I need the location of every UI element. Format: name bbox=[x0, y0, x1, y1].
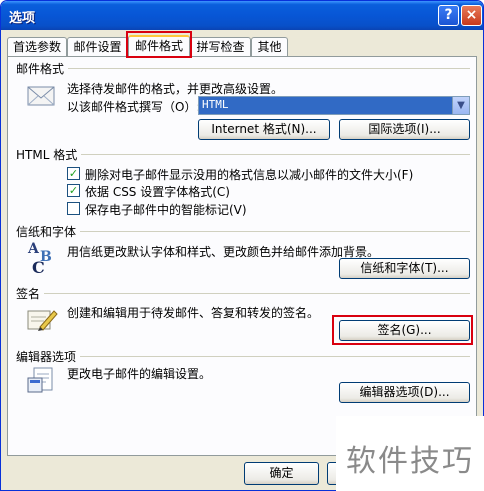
smart-tags-checkbox[interactable] bbox=[67, 202, 80, 215]
tab-other[interactable]: 其他 bbox=[251, 37, 288, 56]
mail-format-title: 邮件格式 bbox=[16, 60, 69, 77]
section-divider bbox=[16, 293, 470, 294]
section-divider bbox=[16, 68, 470, 69]
envelope-icon bbox=[27, 86, 55, 106]
tab-spelling[interactable]: 拼写检查 bbox=[190, 37, 251, 56]
css-font-checkbox[interactable]: ✓ bbox=[67, 184, 80, 197]
signature-highlight-box bbox=[332, 315, 473, 345]
document-edit-icon bbox=[27, 367, 53, 393]
tab-highlight-box bbox=[126, 31, 192, 58]
signature-desc: 创建和编辑用于待发邮件、答复和转发的签名。 bbox=[67, 306, 320, 320]
stationery-fonts-button[interactable]: 信纸和字体(T)... bbox=[339, 258, 470, 279]
remove-formatting-checkbox[interactable]: ✓ bbox=[67, 167, 80, 180]
font-abc-icon: A B C bbox=[27, 241, 52, 275]
mail-format-panel: 邮件格式 选择待发邮件的格式，并更改高级设置。 以该邮件格式撰写（O）: HTM… bbox=[7, 56, 477, 456]
watermark: 软件技巧 bbox=[336, 416, 484, 491]
stationery-title: 信纸和字体 bbox=[16, 223, 81, 240]
smart-tags-label: 保存电子邮件中的智能标记(V) bbox=[85, 203, 247, 217]
chevron-down-icon[interactable]: ▼ bbox=[452, 97, 469, 114]
editor-desc: 更改电子邮件的编辑设置。 bbox=[67, 367, 212, 381]
css-font-label: 依据 CSS 设置字体格式(C) bbox=[85, 185, 230, 199]
signature-pen-icon bbox=[27, 310, 58, 331]
editor-options-button[interactable]: 编辑器选项(D)... bbox=[339, 382, 470, 403]
tab-preferences[interactable]: 首选参数 bbox=[7, 37, 67, 56]
mail-format-desc: 选择待发邮件的格式，并更改高级设置。 bbox=[67, 82, 284, 96]
close-button[interactable]: × bbox=[461, 5, 482, 26]
stationery-desc: 用信纸更改默认字体和样式、更改颜色并给邮件添加背景。 bbox=[67, 245, 380, 259]
title-bar[interactable]: 选项 ? × bbox=[1, 1, 483, 30]
compose-format-value: HTML bbox=[202, 98, 229, 111]
editor-title: 编辑器选项 bbox=[16, 348, 81, 365]
signature-title: 签名 bbox=[16, 285, 45, 302]
compose-format-label: 以该邮件格式撰写（O）: bbox=[67, 100, 201, 114]
svg-text:C: C bbox=[32, 258, 45, 275]
section-divider bbox=[16, 356, 470, 357]
compose-format-select[interactable]: HTML ▼ bbox=[198, 96, 470, 115]
watermark-text: 软件技巧 bbox=[346, 444, 474, 479]
section-divider bbox=[16, 154, 470, 155]
remove-formatting-label: 删除对电子邮件显示没用的格式信息以减小邮件的文件大小(F) bbox=[85, 168, 414, 182]
svg-text:A: A bbox=[27, 241, 40, 257]
help-button[interactable]: ? bbox=[438, 5, 459, 26]
international-options-button[interactable]: 国际选项(I)... bbox=[339, 119, 470, 140]
section-divider bbox=[16, 231, 470, 232]
tab-mail-setup[interactable]: 邮件设置 bbox=[67, 37, 128, 56]
internet-format-button[interactable]: Internet 格式(N)... bbox=[198, 119, 330, 140]
html-format-title: HTML 格式 bbox=[16, 146, 82, 163]
ok-button[interactable]: 确定 bbox=[244, 462, 319, 485]
window-title: 选项 bbox=[9, 11, 36, 26]
